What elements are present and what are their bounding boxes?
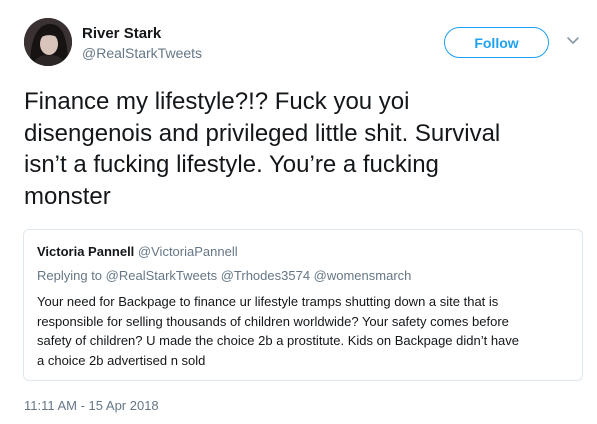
quoted-tweet-text: Your need for Backpage to finance ur lif… [37,292,577,370]
timestamp[interactable]: 11:11 AM - 15 Apr 2018 [24,398,159,413]
author-name[interactable]: River Stark [82,25,161,42]
quoted-tweet[interactable]: Victoria Pannell @VictoriaPannell Replyi… [23,229,583,381]
quoted-text-line: responsible for selling thousands of chi… [37,313,509,329]
tweet-text-line: disengenois and privileged little shit. … [24,119,501,147]
avatar[interactable] [24,18,72,66]
chevron-down-icon[interactable] [566,36,580,46]
quoted-text-line: safety of children? U made the choice 2b… [37,333,520,348]
quoted-text-line: a choice 2b advertised n sold [37,352,206,368]
tweet-card: River Stark @RealStarkTweets Follow Fina… [0,0,597,424]
quoted-author-name: Victoria Pannell [37,244,135,259]
tweet-text-line: isn’t a fucking lifestyle. You’re a fuck… [24,151,439,178]
profile-photo-icon [24,18,72,66]
quoted-text-line: Your need for Backpage to finance ur lif… [37,294,499,309]
quoted-author-handle: @VictoriaPannell [137,244,238,259]
tweet-text-line: Finance my lifestyle?!? Fuck you yoi [24,88,410,115]
replying-to: Replying to @RealStarkTweets @Trhodes357… [37,268,412,283]
tweet-text: Finance my lifestyle?!? Fuck you yoi dis… [24,86,584,212]
author-handle[interactable]: @RealStarkTweets [82,45,202,61]
quoted-tweet-header: Victoria Pannell @VictoriaPannell [37,244,238,259]
tweet-text-line: monster [24,182,111,210]
follow-button[interactable]: Follow [444,27,549,58]
